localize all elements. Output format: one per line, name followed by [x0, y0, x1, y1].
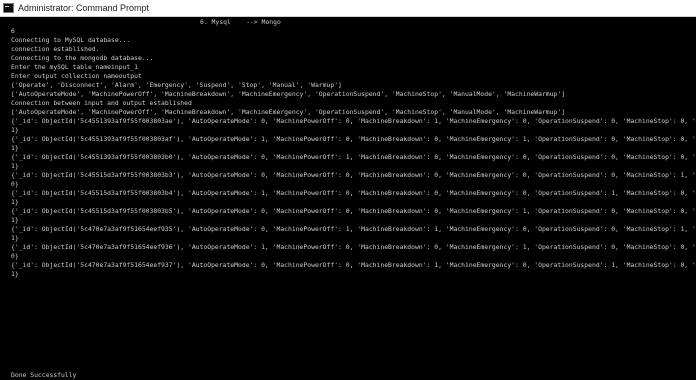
- command-prompt-icon: [3, 3, 14, 13]
- console-record-line: {'_id': ObjectId('5c45515d3af9f55f003803…: [11, 189, 696, 197]
- console-record-tail: 1}: [11, 126, 19, 134]
- console-line: Connecting to the mongodb database...: [11, 54, 154, 62]
- window-title-bar[interactable]: Administrator: Command Prompt: [0, 0, 696, 17]
- console-record-line: {'_id': ObjectId('5c4551393af9f55f003803…: [11, 153, 696, 161]
- window-title: Administrator: Command Prompt: [18, 3, 150, 13]
- console-record-line: {'_id': ObjectId('5c470e7a3af9f51654eef9…: [11, 243, 696, 251]
- console-line: ['Operate', 'Disconnect', 'Alarm', 'Emer…: [11, 81, 342, 89]
- console-record-line: {'_id': ObjectId('5c45515d3af9f55f003803…: [11, 207, 696, 215]
- console-record-line: {'_id': ObjectId('5c470e7a3af9f51654eef9…: [11, 261, 696, 269]
- console-record-tail: 1}: [11, 270, 19, 278]
- console-line: Connection between input and output esta…: [11, 99, 192, 107]
- console-record-tail: 1}: [11, 198, 19, 206]
- console-record-line: {'_id': ObjectId('5c45515d3af9f55f003803…: [11, 171, 696, 179]
- menu-header-line: 6. Mysql --> Mongo: [200, 18, 281, 26]
- console-line: ['AutoOperateMode', 'MachinePowerOff', '…: [11, 90, 566, 98]
- done-message: Done Successfully: [11, 371, 77, 379]
- console-record-line: {'_id': ObjectId('5c4551393af9f55f003803…: [11, 135, 696, 143]
- console-record-tail: 1}: [11, 144, 19, 152]
- console-line: Enter output collection nameoutput: [11, 72, 142, 80]
- console-input-line: 6: [11, 27, 15, 35]
- console-line: Connecting to MySQL database...: [11, 36, 131, 44]
- console-record-tail: 0}: [11, 180, 19, 188]
- console-record-tail: 1}: [11, 216, 19, 224]
- console-record-tail: 1}: [11, 234, 19, 242]
- console-line: Enter the mySQL table_nameinput_1: [11, 63, 138, 71]
- console-record-tail: 1}: [11, 162, 19, 170]
- console-line: ['AutoOperateMode', 'MachinePowerOff', '…: [11, 108, 566, 116]
- console-record-line: {'_id': ObjectId('5c4551393af9f55f003803…: [11, 117, 696, 125]
- console-record-line: {'_id': ObjectId('5c470e7a3af9f51654eef9…: [11, 225, 696, 233]
- console-output[interactable]: 6. Mysql --> Mongo 6 Connecting to MySQL…: [0, 17, 696, 380]
- console-record-tail: 0}: [11, 252, 19, 260]
- command-prompt-window: Administrator: Command Prompt 6. Mysql -…: [0, 0, 696, 380]
- console-line: connection established.: [11, 45, 100, 53]
